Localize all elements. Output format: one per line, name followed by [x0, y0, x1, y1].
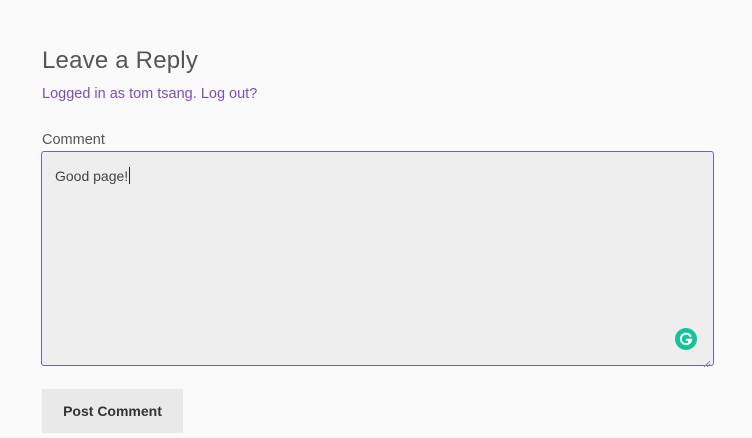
- logout-link[interactable]: Log out?: [201, 86, 257, 102]
- period: .: [192, 86, 197, 102]
- logged-in-prefix[interactable]: Logged in as: [42, 86, 125, 102]
- resize-handle-icon[interactable]: [703, 355, 711, 368]
- logged-in-notice: Logged in as tom tsang. Log out?: [42, 86, 257, 102]
- comment-text: Good page!: [55, 167, 131, 184]
- post-comment-button[interactable]: Post Comment: [42, 389, 183, 433]
- comment-label: Comment: [42, 132, 105, 148]
- comment-textarea[interactable]: Good page!: [41, 151, 714, 368]
- reply-title: Leave a Reply: [42, 47, 199, 74]
- comment-form: Leave a Reply Logged in as tom tsang. Lo…: [0, 0, 752, 438]
- comment-value: Good page!: [55, 168, 129, 184]
- text-caret: [129, 167, 131, 184]
- grammarly-icon[interactable]: [675, 328, 697, 350]
- username-link[interactable]: tom tsang: [129, 86, 193, 102]
